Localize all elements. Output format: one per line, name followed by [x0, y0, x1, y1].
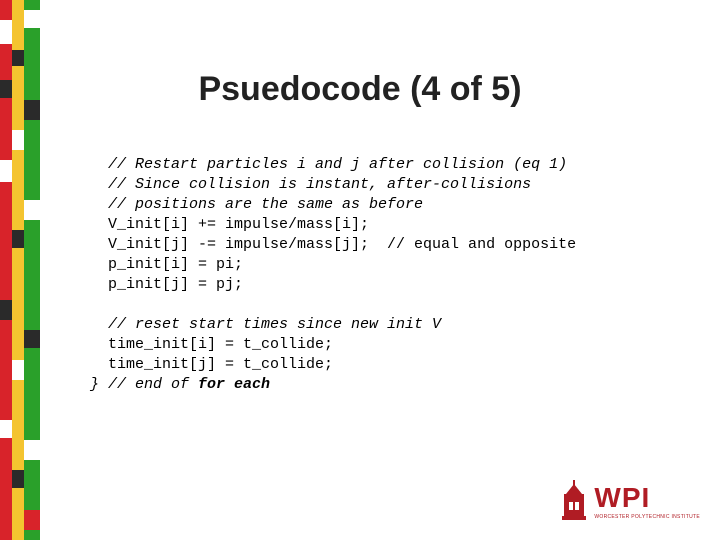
code-line: p_init[i] = pi;: [90, 256, 243, 273]
logo-subtitle: WORCESTER POLYTECHNIC INSTITUTE: [594, 514, 700, 520]
code-line: time_init[j] = t_collide;: [90, 356, 333, 373]
code-line: // positions are the same as before: [90, 196, 423, 213]
wpi-logo: WPI WORCESTER POLYTECHNIC INSTITUTE: [560, 480, 700, 520]
code-line: V_init[i] += impulse/mass[i];: [90, 216, 369, 233]
logo-text: WPI: [594, 484, 700, 512]
code-line: } // end of: [90, 376, 198, 393]
code-line: // Restart particles i and j after colli…: [90, 156, 567, 173]
code-line: p_init[j] = pj;: [90, 276, 243, 293]
code-line: V_init[j] -= impulse/mass[j]; // equal a…: [90, 236, 576, 253]
tower-icon: [560, 480, 588, 520]
slide-title: Psuedocode (4 of 5): [0, 70, 720, 109]
pseudocode-block: // Restart particles i and j after colli…: [90, 155, 690, 395]
code-line: time_init[i] = t_collide;: [90, 336, 333, 353]
code-line: // reset start times since new init V: [90, 316, 441, 333]
code-line: // Since collision is instant, after-col…: [90, 176, 531, 193]
code-line-bold: for each: [198, 376, 270, 393]
